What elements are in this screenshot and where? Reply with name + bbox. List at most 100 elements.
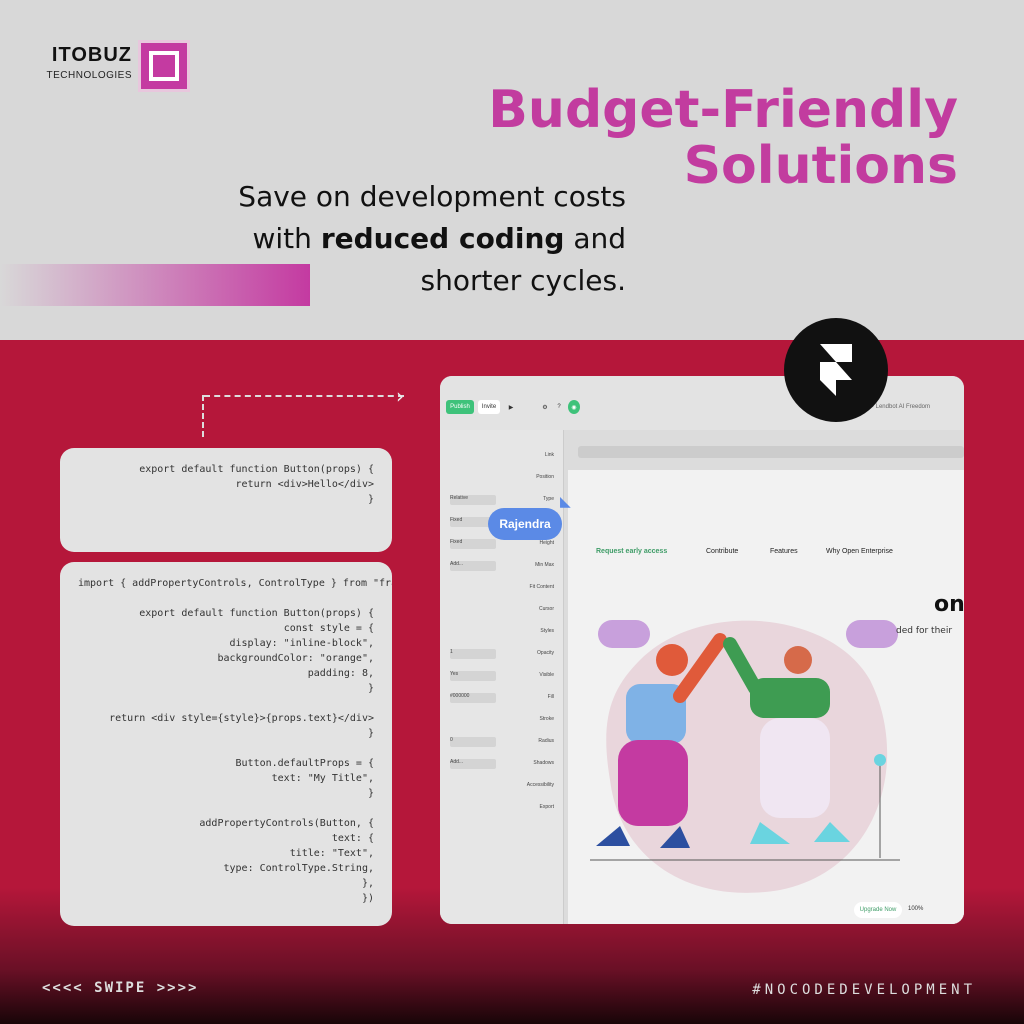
collaborator-cursor-label: Rajendra [488, 508, 562, 540]
nav-contribute[interactable]: Contribute [706, 548, 738, 555]
code-card-large: import { addPropertyControls, ControlTyp… [60, 562, 392, 926]
code-line: addPropertyControls(Button, { [199, 818, 374, 829]
property-label: Height [539, 540, 554, 546]
brand-logo: ITOBUZ TECHNOLOGIES [44, 38, 194, 94]
code-line: text: "My Title", [271, 773, 374, 784]
framer-logo-icon [784, 318, 888, 422]
code-line: text: { [331, 833, 374, 844]
property-label: Shadows [533, 760, 554, 766]
property-label: Type [543, 496, 554, 502]
property-row[interactable]: Shadows Add... [446, 758, 558, 770]
property-label: Styles [540, 628, 554, 634]
property-row[interactable]: Radius 0 [446, 736, 558, 748]
code-line: title: "Text", [289, 848, 374, 859]
high-five-illustration [580, 600, 910, 900]
property-row[interactable]: Type Relative [446, 494, 558, 506]
framer-editor-window: Publish Invite ▶ ⚙ ? ◉ Untitled · Lendbo… [440, 376, 964, 924]
user-avatar[interactable]: ◉ [568, 400, 580, 414]
property-label: Fill [547, 694, 554, 700]
property-row[interactable]: Visible Yes [446, 670, 558, 682]
property-label: Radius [538, 738, 554, 744]
brand-tagline: TECHNOLOGIES [46, 70, 132, 81]
cursor-icon: ◣ [560, 494, 571, 510]
property-value[interactable]: Fixed [450, 539, 496, 549]
accent-gradient-bar [0, 264, 310, 306]
code-line: } [367, 494, 374, 505]
code-line: } [367, 728, 374, 739]
code-line: import { addPropertyControls, ControlTyp… [78, 578, 392, 589]
property-value[interactable]: 1 [450, 649, 496, 659]
property-label: Link [544, 452, 554, 458]
upgrade-button[interactable]: Upgrade Now [854, 902, 902, 918]
property-row[interactable]: Opacity 1 [446, 648, 558, 660]
subheadline-bold: reduced coding [320, 222, 565, 255]
hero-heading: on [934, 592, 964, 617]
property-label: Fit Content [529, 584, 554, 590]
hero-subtext: ded for their [896, 626, 953, 636]
code-line: }, [361, 878, 374, 889]
property-value[interactable]: Yes [450, 671, 496, 681]
property-label: Accessibility [526, 782, 554, 788]
property-row[interactable]: Accessibility [446, 780, 558, 792]
code-line: display: "inline-block", [229, 638, 375, 649]
code-line: }) [361, 893, 374, 904]
connector-line-vertical [202, 395, 204, 437]
code-line: backgroundColor: "orange", [217, 653, 374, 664]
invite-button[interactable]: Invite [478, 400, 500, 414]
property-row[interactable]: Position [446, 472, 558, 484]
connector-line [204, 395, 404, 397]
breakpoint-bar[interactable] [578, 446, 964, 458]
property-label: Cursor [538, 606, 554, 612]
logo-mark-icon [138, 40, 190, 92]
properties-panel: LinkPositionTypeRelativeWidthFixedHeight… [440, 430, 564, 924]
code-line: } [367, 788, 374, 799]
headline-line-1: Budget-Friendly [488, 80, 958, 140]
property-row[interactable]: Stroke [446, 714, 558, 726]
property-value[interactable]: Add... [450, 561, 496, 571]
nav-enterprise[interactable]: Why Open Enterprise [826, 548, 893, 555]
code-line: return <div>Hello</div> [235, 479, 374, 490]
property-row[interactable]: Min Max Add... [446, 560, 558, 572]
code-line: return <div style={style}>{props.text}</… [109, 713, 374, 724]
publish-button[interactable]: Publish [446, 400, 474, 414]
project-title: Untitled · Lendbot AI Freedom [849, 404, 930, 410]
code-line: type: ControlType.String, [223, 863, 374, 874]
code-card-small: export default function Button(props) { r… [60, 448, 392, 552]
property-row[interactable]: Fill #000000 [446, 692, 558, 704]
property-label: Position [536, 474, 554, 480]
code-line: export default function Button(props) { [139, 464, 374, 475]
property-label: Visible [539, 672, 554, 678]
property-label: Opacity [537, 650, 554, 656]
nav-features[interactable]: Features [770, 548, 798, 555]
code-line: padding: 8, [307, 668, 374, 679]
property-label: Stroke [539, 716, 554, 722]
hashtag: #NOCODEDEVELOPMENT [752, 982, 976, 998]
play-icon[interactable]: ▶ [506, 400, 516, 414]
property-row[interactable]: Export [446, 802, 558, 814]
property-value[interactable]: 0 [450, 737, 496, 747]
property-row[interactable]: Fit Content [446, 582, 558, 594]
settings-icon[interactable]: ⚙ [540, 400, 550, 414]
property-label: Export [539, 804, 554, 810]
brand-name: ITOBUZ [51, 44, 132, 66]
property-row[interactable]: Styles [446, 626, 558, 638]
property-value[interactable]: Add... [450, 759, 496, 769]
property-label: Min Max [535, 562, 554, 568]
code-line: } [367, 683, 374, 694]
code-line: Button.defaultProps = { [235, 758, 374, 769]
zoom-level: 100% [908, 906, 924, 912]
code-line: const style = { [283, 623, 374, 634]
property-row[interactable]: Cursor [446, 604, 558, 616]
property-value[interactable]: #000000 [450, 693, 496, 703]
arrow-icon: › [396, 384, 404, 408]
help-icon[interactable]: ? [554, 400, 564, 414]
property-value[interactable]: Relative [450, 495, 496, 505]
swipe-indicator[interactable]: <<<< SWIPE >>>> [42, 980, 198, 996]
code-line: export default function Button(props) { [139, 608, 374, 619]
nav-request-early-access[interactable]: Request early access [596, 548, 667, 555]
property-row[interactable]: Link [446, 450, 558, 462]
